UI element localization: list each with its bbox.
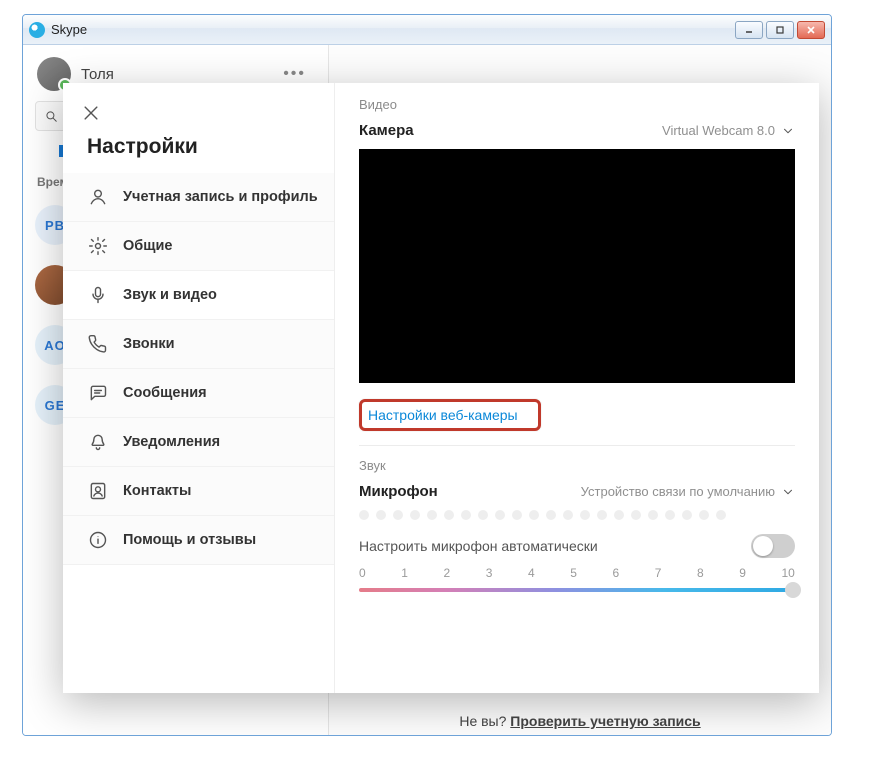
mic-value: Устройство связи по умолчанию <box>581 484 775 499</box>
identity-prompt: Не вы? Проверить учетную запись <box>329 713 831 729</box>
nav-item-notifications[interactable]: Уведомления <box>63 417 334 466</box>
settings-modal: Настройки Учетная запись и профиль Общие <box>63 83 819 693</box>
phone-icon <box>87 333 109 355</box>
webcam-settings-link[interactable]: Настройки веб-камеры <box>359 399 541 431</box>
camera-preview <box>359 149 795 383</box>
settings-nav: Настройки Учетная запись и профиль Общие <box>63 83 335 693</box>
info-icon <box>87 529 109 551</box>
chevron-down-icon <box>781 485 795 499</box>
contacts-icon <box>87 480 109 502</box>
mic-level-meter <box>359 510 795 520</box>
nav-item-audio-video[interactable]: Звук и видео <box>63 270 334 319</box>
video-section-label: Видео <box>359 97 795 112</box>
mic-auto-toggle[interactable] <box>751 534 795 558</box>
settings-title: Настройки <box>63 133 334 173</box>
mic-icon <box>87 284 109 306</box>
slider-thumb[interactable] <box>785 582 801 598</box>
nav-label: Уведомления <box>123 434 220 450</box>
user-icon <box>87 186 109 208</box>
nav-label: Учетная запись и профиль <box>123 189 318 205</box>
skype-icon <box>29 22 45 38</box>
bell-icon <box>87 431 109 453</box>
message-icon <box>87 382 109 404</box>
close-window-button[interactable] <box>797 21 825 39</box>
slider-track <box>359 588 795 592</box>
nav-label: Контакты <box>123 483 191 499</box>
check-account-link[interactable]: Проверить учетную запись <box>510 713 700 729</box>
app-window: Skype Толя ••• <box>22 14 832 736</box>
nav-item-account[interactable]: Учетная запись и профиль <box>63 173 334 221</box>
nav-item-contacts[interactable]: Контакты <box>63 466 334 515</box>
nav-label: Звук и видео <box>123 287 217 303</box>
nav-label: Сообщения <box>123 385 207 401</box>
window-title: Skype <box>51 22 735 37</box>
audio-section-label: Звук <box>359 458 795 473</box>
nav-item-messages[interactable]: Сообщения <box>63 368 334 417</box>
minimize-button[interactable] <box>735 21 763 39</box>
mic-auto-label: Настроить микрофон автоматически <box>359 538 598 554</box>
nav-label: Помощь и отзывы <box>123 532 256 548</box>
nav-label: Общие <box>123 238 172 254</box>
search-icon <box>44 109 58 123</box>
mic-label: Микрофон <box>359 483 438 500</box>
chevron-down-icon <box>781 124 795 138</box>
mic-volume-slider[interactable] <box>359 582 795 598</box>
settings-content: Видео Камера Virtual Webcam 8.0 Настройк… <box>335 83 819 693</box>
nav-item-help[interactable]: Помощь и отзывы <box>63 515 334 565</box>
nav-label: Звонки <box>123 336 175 352</box>
mic-select[interactable]: Устройство связи по умолчанию <box>581 484 795 499</box>
titlebar: Skype <box>23 15 831 45</box>
maximize-button[interactable] <box>766 21 794 39</box>
profile-name[interactable]: Толя <box>81 66 265 83</box>
close-icon <box>81 103 101 123</box>
camera-select[interactable]: Virtual Webcam 8.0 <box>662 123 795 138</box>
nav-item-calls[interactable]: Звонки <box>63 319 334 368</box>
mic-scale-labels: 0 1 2 3 4 5 6 7 8 9 10 <box>359 566 795 580</box>
gear-icon <box>87 235 109 257</box>
nav-item-general[interactable]: Общие <box>63 221 334 270</box>
close-settings-button[interactable] <box>73 95 109 131</box>
camera-label: Камера <box>359 122 414 139</box>
camera-value: Virtual Webcam 8.0 <box>662 123 775 138</box>
